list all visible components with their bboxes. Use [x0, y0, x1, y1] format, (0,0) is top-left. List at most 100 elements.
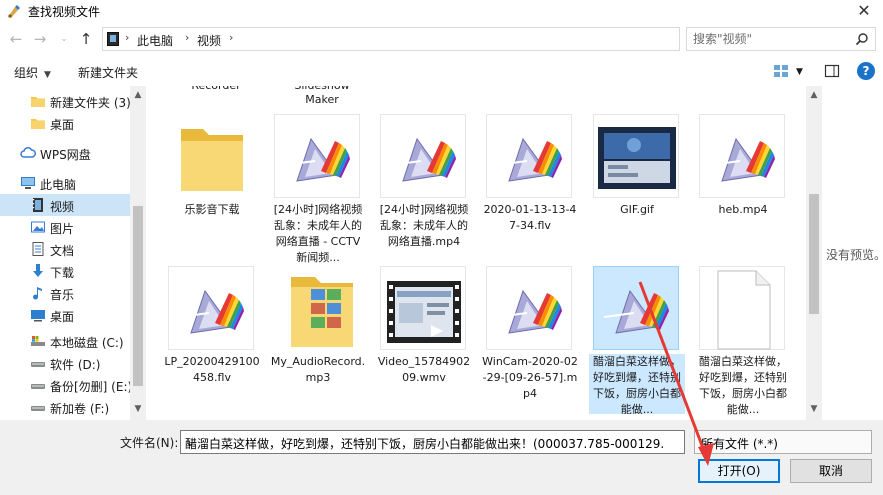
drive-icon	[30, 377, 46, 393]
file-item[interactable]: LP_20200429100458.flv	[164, 266, 260, 414]
chevron-right-icon[interactable]: ›	[229, 31, 233, 44]
file-item[interactable]: 醋溜白菜这样做，好吃到爆，还特别下饭，厨房小白都能做...	[695, 266, 791, 416]
sidebar-item-label: 新加卷 (F:)	[50, 402, 110, 416]
sidebar-item[interactable]: 新建文件夹 (3)	[0, 90, 131, 112]
partial-file-label: Maker	[305, 93, 339, 106]
file-item[interactable]: 2020-01-13-13-47-34.flv	[482, 114, 578, 262]
music-icon	[30, 285, 46, 301]
no-preview-text: 没有预览。	[826, 248, 883, 262]
sidebar-scrollbar[interactable]: ▲ ▼	[130, 86, 146, 420]
video-thumbnail-icon	[699, 114, 785, 198]
chevron-down-icon[interactable]: ⌄	[185, 435, 665, 449]
computer-icon	[20, 175, 36, 191]
search-icon[interactable]	[855, 32, 869, 46]
file-item[interactable]: [24小时]网络视频乱象：未成年人的网络直播.mp4	[376, 114, 472, 262]
preview-pane: 没有预览。	[822, 86, 883, 420]
file-name: Video_1578490209.wmv	[377, 355, 471, 384]
sidebar-item-label: 下载	[50, 266, 75, 280]
view-options-icon[interactable]	[773, 63, 789, 79]
file-item[interactable]: My_AudioRecord.mp3	[270, 266, 366, 414]
filename-input[interactable]: 醋溜白菜这样做，好吃到爆，还特别下饭，厨房小白都能做出来！(000037.785…	[180, 430, 685, 454]
sidebar-item[interactable]: 图片	[0, 216, 130, 238]
chevron-right-icon[interactable]: ›	[185, 31, 189, 44]
new-folder-button[interactable]: 新建文件夹	[78, 64, 138, 81]
file-name: 乐影音下载	[184, 203, 240, 216]
sidebar-scroll-thumb[interactable]	[133, 206, 143, 386]
up-arrow-icon[interactable]: ↑	[76, 29, 96, 49]
file-item[interactable]: Video_1578490209.wmv	[376, 266, 472, 414]
sidebar-item[interactable]: 视频	[0, 194, 130, 216]
file-name: LP_20200429100458.flv	[164, 355, 260, 384]
sidebar-item-label: 桌面	[50, 310, 75, 324]
scroll-up-icon[interactable]: ▲	[806, 88, 822, 102]
open-button[interactable]: 打开(O)	[698, 459, 780, 483]
sidebar-item[interactable]: 软件 (D:)	[0, 352, 130, 374]
video-thumbnail-icon	[168, 266, 254, 350]
chevron-right-icon[interactable]: ›	[125, 31, 129, 44]
scroll-down-icon[interactable]: ▼	[806, 402, 822, 416]
sidebar-item-label: 桌面	[50, 118, 75, 132]
bottom-panel: 文件名(N): 醋溜白菜这样做，好吃到爆，还特别下饭，厨房小白都能做出来！(00…	[0, 420, 883, 495]
sidebar-item[interactable]: WPS网盘	[0, 142, 130, 164]
cancel-button[interactable]: 取消	[790, 459, 872, 483]
blank-thumbnail-icon	[699, 266, 785, 350]
content-scrollbar[interactable]: ▲ ▼	[806, 86, 822, 420]
cloud-icon	[20, 145, 36, 161]
file-item[interactable]: 乐影音下载	[164, 114, 260, 262]
breadcrumb-this-pc[interactable]: 此电脑	[137, 32, 173, 49]
sidebar-item-label: 备份[勿删] (E:)	[50, 380, 133, 394]
sidebar-item-label: 文档	[50, 244, 75, 258]
document-icon	[30, 241, 46, 257]
folder-icon	[30, 93, 46, 109]
sidebar-item[interactable]: 备份[勿删] (E:)	[0, 374, 133, 396]
video-thumbnail-icon	[486, 114, 572, 198]
drive-icon	[30, 399, 46, 415]
preview-pane-icon[interactable]	[824, 63, 840, 79]
window-title: 查找视频文件	[28, 5, 101, 19]
help-icon[interactable]: ?	[857, 62, 875, 80]
partial-file-label: Recorder	[168, 86, 264, 94]
chevron-down-icon[interactable]: ⌄	[701, 435, 865, 449]
sidebar-item[interactable]: 下载	[0, 260, 130, 282]
file-item[interactable]: GIF.gif	[589, 114, 685, 262]
content-scroll-thumb[interactable]	[809, 194, 819, 314]
video-thumbnail-icon	[486, 266, 572, 350]
toolbar: 组织 ▼ 新建文件夹 ▼ ?	[0, 58, 883, 86]
scroll-down-icon[interactable]: ▼	[130, 402, 146, 416]
sidebar-item[interactable]: 桌面	[0, 304, 130, 326]
filetype-select[interactable]: 所有文件 (*.*) ⌄	[694, 430, 872, 454]
sidebar-item-label: 本地磁盘 (C:)	[50, 336, 124, 350]
file-item[interactable]: WinCam-2020-02-29-[09-26-57].mp4	[482, 266, 578, 414]
search-input[interactable]	[693, 31, 853, 47]
recent-locations-icon[interactable]: ⌄	[54, 29, 74, 49]
close-icon[interactable]: ✕	[853, 0, 875, 22]
sidebar-item[interactable]: 音乐	[0, 282, 130, 304]
sidebar-item[interactable]: 新加卷 (F:)	[0, 396, 130, 418]
forward-arrow-icon[interactable]: →	[30, 29, 50, 49]
file-name: 醋溜白菜这样做，好吃到爆，还特别下饭，厨房小白都能做...	[589, 354, 685, 414]
organize-button[interactable]: 组织 ▼	[14, 64, 51, 81]
folder-thumbnail-icon	[168, 114, 254, 198]
sidebar-item-label: 此电脑	[40, 178, 77, 192]
file-item[interactable]: [24小时]网络视频乱象：未成年人的网络直播 - CCTV 新闻频...	[270, 114, 366, 264]
video-library-icon	[107, 32, 119, 46]
filename-label: 文件名(N):	[120, 436, 179, 450]
desktop-icon	[30, 307, 46, 323]
file-item[interactable]: heb.mp4	[695, 114, 791, 262]
video-thumbnail-icon	[274, 114, 360, 198]
file-name: 2020-01-13-13-47-34.flv	[483, 203, 577, 232]
file-name: heb.mp4	[718, 203, 768, 216]
file-name: 醋溜白菜这样做，好吃到爆，还特别下饭，厨房小白都能做...	[699, 355, 787, 416]
sidebar-item-label: 音乐	[50, 288, 75, 302]
file-item[interactable]: 醋溜白菜这样做，好吃到爆，还特别下饭，厨房小白都能做...	[589, 266, 685, 416]
search-box[interactable]	[686, 27, 876, 51]
scroll-up-icon[interactable]: ▲	[130, 88, 146, 102]
sidebar-item[interactable]: 文档	[0, 238, 130, 260]
sidebar-item[interactable]: 此电脑	[0, 172, 130, 194]
view-caret-icon[interactable]: ▼	[796, 67, 803, 77]
back-arrow-icon[interactable]: ←	[6, 29, 26, 49]
sidebar-item[interactable]: 本地磁盘 (C:)	[0, 330, 130, 352]
sidebar-item[interactable]: 桌面	[0, 112, 130, 134]
address-bar[interactable]: › 此电脑 › 视频 › ⌄ ↻	[102, 27, 776, 51]
breadcrumb-videos[interactable]: 视频	[197, 32, 221, 49]
